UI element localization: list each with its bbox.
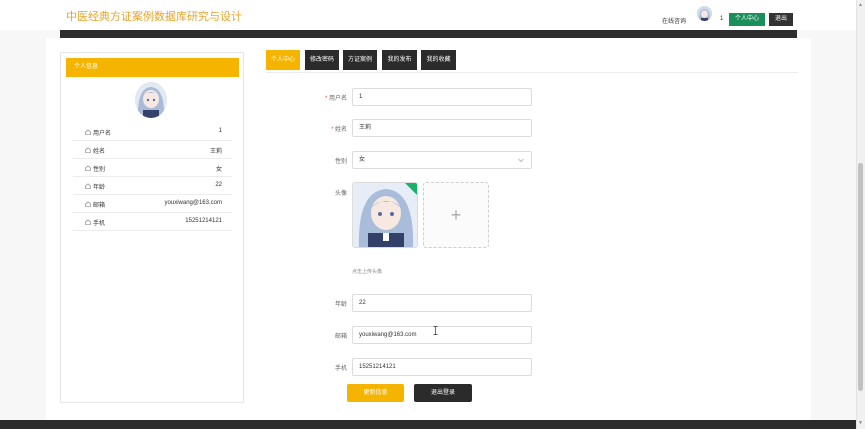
info-label: 性别 [93, 167, 106, 173]
plus-icon: + [450, 205, 462, 225]
age-label: 年龄 [334, 302, 347, 308]
footer [0, 420, 856, 429]
scroll-up-icon[interactable]: ▲ [858, 2, 863, 8]
name-label: * 姓名 [330, 127, 347, 133]
info-row-username: 用户名 1 [73, 123, 232, 141]
personal-center-button[interactable]: 个人中心 [729, 13, 765, 26]
tab-personal-center[interactable]: 个人中心 [266, 50, 300, 70]
info-row-phone: 手机 15251214121 [73, 213, 232, 231]
info-row-name: 姓名 王莉 [73, 141, 232, 159]
info-label: 年龄 [93, 185, 106, 191]
username-label: * 用户名 [324, 96, 347, 102]
site-title[interactable]: 中医经典方证案例数据库研究与设计 [66, 8, 242, 24]
header-avatar[interactable] [697, 6, 712, 21]
user-outline-icon [85, 183, 91, 189]
profile-avatar [135, 82, 167, 118]
email-field[interactable]: youxiwang@163.com [352, 326, 532, 344]
info-label: 姓名 [93, 149, 106, 155]
info-label: 手机 [93, 221, 106, 227]
tab-change-password[interactable]: 修改密码 [305, 50, 339, 70]
upload-tip: 点击上传头像 [352, 269, 383, 275]
info-value: 女 [215, 167, 222, 173]
tab-my-posts[interactable]: 我的发布 [382, 50, 417, 70]
gender-label: 性别 [334, 159, 347, 165]
chevron-down-icon [518, 158, 524, 163]
info-value: 22 [215, 182, 222, 188]
phone-field[interactable]: 15251214121 [352, 358, 532, 376]
online-consult-link[interactable]: 在线咨询 [662, 16, 686, 25]
age-field[interactable]: 22 [352, 294, 532, 312]
add-avatar-button[interactable]: + [423, 182, 489, 248]
email-label: 邮箱 [334, 334, 347, 340]
info-value: 1 [218, 128, 222, 134]
gender-select-value: 女 [359, 157, 366, 163]
info-value: 15251214121 [185, 218, 222, 224]
update-info-button[interactable]: 更新信息 [347, 384, 404, 402]
info-value: youxiwang@163.com [164, 200, 222, 206]
user-outline-icon [85, 165, 91, 171]
check-corner-icon [405, 183, 417, 195]
user-outline-icon [85, 219, 91, 225]
scrollbar-thumb[interactable] [858, 163, 863, 391]
tab-cases[interactable]: 方证案例 [343, 50, 377, 70]
info-row-email: 邮箱 youxiwang@163.com [73, 195, 232, 213]
user-outline-icon [85, 201, 91, 207]
tab-my-favorites[interactable]: 我的收藏 [421, 50, 456, 70]
username-field[interactable]: 1 [352, 88, 532, 106]
scroll-down-icon[interactable]: ▼ [858, 420, 863, 426]
avatar-preview[interactable] [352, 182, 418, 248]
profile-card-title: 个人信息 [66, 58, 239, 77]
info-label: 用户名 [93, 131, 112, 137]
user-outline-icon [85, 147, 91, 153]
info-value: 王莉 [209, 149, 222, 155]
user-count: 1 [720, 16, 724, 22]
gender-select[interactable]: 女 [352, 151, 532, 169]
phone-label: 手机 [334, 366, 347, 372]
tab-divider [266, 72, 798, 73]
nav-bar [60, 30, 797, 38]
avatar-label: 头像 [334, 191, 347, 197]
text-cursor-icon [433, 326, 438, 335]
user-outline-icon [85, 129, 91, 135]
exit-login-button[interactable]: 退出登录 [414, 384, 472, 402]
info-label: 邮箱 [93, 203, 106, 209]
info-row-gender: 性别 女 [73, 159, 232, 177]
name-field[interactable]: 王莉 [352, 119, 532, 137]
info-row-age: 年龄 22 [73, 177, 232, 195]
logout-button[interactable]: 退出 [769, 13, 793, 26]
